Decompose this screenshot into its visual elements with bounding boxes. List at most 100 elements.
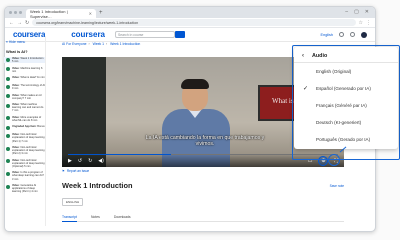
window-controls[interactable] (9, 7, 22, 18)
address-bar-row: ← → ↻ coursera.org/learn/machine-learnin… (5, 18, 375, 28)
back-chevron-icon[interactable]: ‹ (302, 53, 304, 59)
audio-option-label: Français (Généré par IA) (316, 103, 367, 108)
sidebar-item-duration: 11 min (37, 76, 45, 80)
subtitle-caption: La IA está cambiando la forma en que tra… (145, 135, 265, 147)
breadcrumb-item-lecture[interactable]: Week 1 Introduction (110, 42, 140, 46)
save-note-button[interactable]: Save note (330, 184, 344, 188)
sidebar-item-duration: 7 min (24, 96, 32, 100)
sidebar-item[interactable]: Video: Non-technical explanation of deep… (6, 159, 45, 168)
completed-check-icon (6, 57, 10, 62)
sidebar-item-duration: 3 min (12, 177, 19, 181)
sidebar-item-duration: 4 min (31, 190, 38, 194)
sidebar-item-duration: 9 min (12, 87, 19, 91)
reload-icon[interactable]: ↻ (25, 20, 29, 26)
completed-check-icon (6, 125, 10, 130)
sidebar-item[interactable]: Ungraded App Item: Bonus (6, 125, 45, 130)
transcript-language-select[interactable]: ENGLISH (62, 198, 84, 206)
video-background-wall (62, 57, 106, 167)
breadcrumb-item-week[interactable]: Week 1 (93, 42, 104, 46)
audio-option-label: English (Original) (316, 69, 352, 74)
completed-check-icon (6, 171, 10, 176)
sidebar-item-duration: 5 min (12, 60, 19, 64)
sidebar-item-type: Video (12, 76, 20, 80)
settings-pointer-circle (328, 154, 340, 166)
course-sidebar: ≡ Hide menu What is AI? Video: Week 1 In… (0, 36, 46, 226)
completed-check-icon (6, 159, 10, 164)
url-field[interactable]: coursera.org/learn/machine-learning/lect… (32, 19, 356, 26)
page-title: Week 1 Introduction (62, 181, 133, 190)
sidebar-item-duration: 5 min (24, 164, 31, 168)
audio-option-list: English (Original) ✓ Español (Generado por… (294, 63, 398, 148)
close-tab-icon[interactable]: ✕ (89, 11, 92, 16)
breadcrumb-item-course[interactable]: AI For Everyone (62, 42, 87, 46)
sidebar-item[interactable]: Video: Non-technical explanation of deep… (6, 146, 45, 155)
audio-option[interactable]: ✓ Español (Generado por IA) (294, 80, 398, 97)
audio-option[interactable]: Deutsch (KI-generiert) (294, 114, 398, 131)
audio-menu-header[interactable]: ‹ Audio (294, 49, 398, 63)
play-icon[interactable]: ▶ (68, 158, 72, 164)
settings-gear-icon[interactable]: ⚙ (318, 155, 329, 166)
sidebar-item-duration: 3 min (21, 152, 28, 156)
completed-check-icon (6, 184, 10, 189)
tab-transcript[interactable]: Transcript (62, 215, 77, 222)
star-icon[interactable]: ☆ (359, 20, 363, 26)
sidebar-item[interactable]: Video: Week 1 Introduction 5 min (4, 57, 45, 64)
sidebar-item-label: The terminology of AI (20, 84, 45, 88)
completed-check-icon (6, 133, 10, 138)
captions-icon[interactable]: ▭ (308, 158, 313, 164)
sidebar-item-label: Bonus (37, 125, 45, 129)
completed-check-icon (6, 103, 10, 108)
rewind-icon[interactable]: ↺ (78, 158, 82, 164)
audio-option-label: Deutsch (KI-generiert) (316, 120, 362, 125)
audio-menu-title: Audio (312, 52, 328, 59)
sidebar-item[interactable]: Video: More examples of what ML can do 8… (6, 116, 45, 122)
sidebar-item[interactable]: Video: Generative AI applications of dee… (6, 184, 45, 193)
audio-option[interactable]: English (Original) (294, 63, 398, 80)
page-title-row: Week 1 Introduction Save note (62, 181, 344, 190)
flag-icon[interactable]: ⚑ (62, 169, 65, 173)
sidebar-item-label: Week 1 Introduction (20, 57, 44, 60)
audio-menu: ‹ Audio English (Original) ✓ Español (Gene… (294, 47, 398, 149)
sidebar-item[interactable]: Video: What machine learning can and can… (6, 103, 45, 112)
forward-10-icon[interactable]: ↻ (88, 158, 92, 164)
sidebar-item-label: Machine learning (20, 66, 41, 70)
report-row: ⚑ Report an issue (62, 169, 362, 173)
forward-icon[interactable]: → (17, 20, 22, 26)
sidebar-item-duration: 8 min (30, 118, 38, 122)
audio-option[interactable]: Português (Gerado por IA) (294, 131, 398, 148)
report-issue-link[interactable]: Report an issue (67, 169, 89, 173)
checkmark-icon: ✓ (303, 86, 309, 92)
tab-notes[interactable]: Notes (91, 215, 100, 219)
audio-option[interactable]: Français (Généré par IA) (294, 97, 398, 114)
sidebar-item-list: Video: Week 1 Introduction 5 min Video: M… (4, 57, 45, 193)
sidebar-item[interactable]: Video: Non-technical explanation of deep… (6, 133, 45, 143)
window-buttons[interactable]: – ▢ ✕ (345, 7, 375, 18)
lecture-tabs: Transcript Notes Downloads (62, 215, 344, 222)
sidebar-item[interactable]: Video: What is data? 11 min (6, 76, 45, 81)
menu-icon[interactable]: ⋮ (366, 20, 371, 26)
sidebar-item-label: What is data? (20, 76, 37, 80)
hide-menu-link[interactable]: ≡ Hide menu (6, 40, 45, 44)
video-controls: ▶ ↺ ↻ ◀) ▭ ⚙ ⛶ (62, 154, 344, 167)
sidebar-item[interactable]: Video: The terminology of AI 9 min (6, 84, 45, 90)
audio-option-label: Português (Gerado por IA) (316, 137, 371, 142)
volume-icon[interactable]: ◀) (98, 158, 104, 164)
completed-check-icon (6, 146, 10, 151)
sidebar-item[interactable]: Video: Machine learning 6 min (6, 67, 45, 73)
browser-tab[interactable]: Week 1 Introduction | Supervise… ✕ (26, 8, 96, 19)
completed-check-icon (6, 67, 10, 72)
back-icon[interactable]: ← (9, 20, 14, 26)
tab-title: Week 1 Introduction | Supervise… (30, 8, 68, 19)
sidebar-item-type: Ungraded App Item (12, 125, 36, 129)
sidebar-item-duration: 7 min (21, 139, 28, 143)
sidebar-item[interactable]: Video: What makes an AI company? 7 min (6, 94, 45, 100)
new-tab-icon[interactable]: + (99, 9, 103, 18)
tab-strip: Week 1 Introduction | Supervise… ✕ + – ▢ ✕ (5, 7, 375, 19)
completed-check-icon (6, 94, 10, 99)
sidebar-item[interactable]: Video: Is this a program of what deep le… (6, 171, 45, 181)
tab-downloads[interactable]: Downloads (114, 215, 131, 219)
completed-check-icon (6, 116, 10, 121)
section-title: What is AI? (6, 49, 28, 54)
audio-option-label: Español (Generado por IA) (316, 86, 371, 91)
completed-check-icon (6, 76, 10, 81)
